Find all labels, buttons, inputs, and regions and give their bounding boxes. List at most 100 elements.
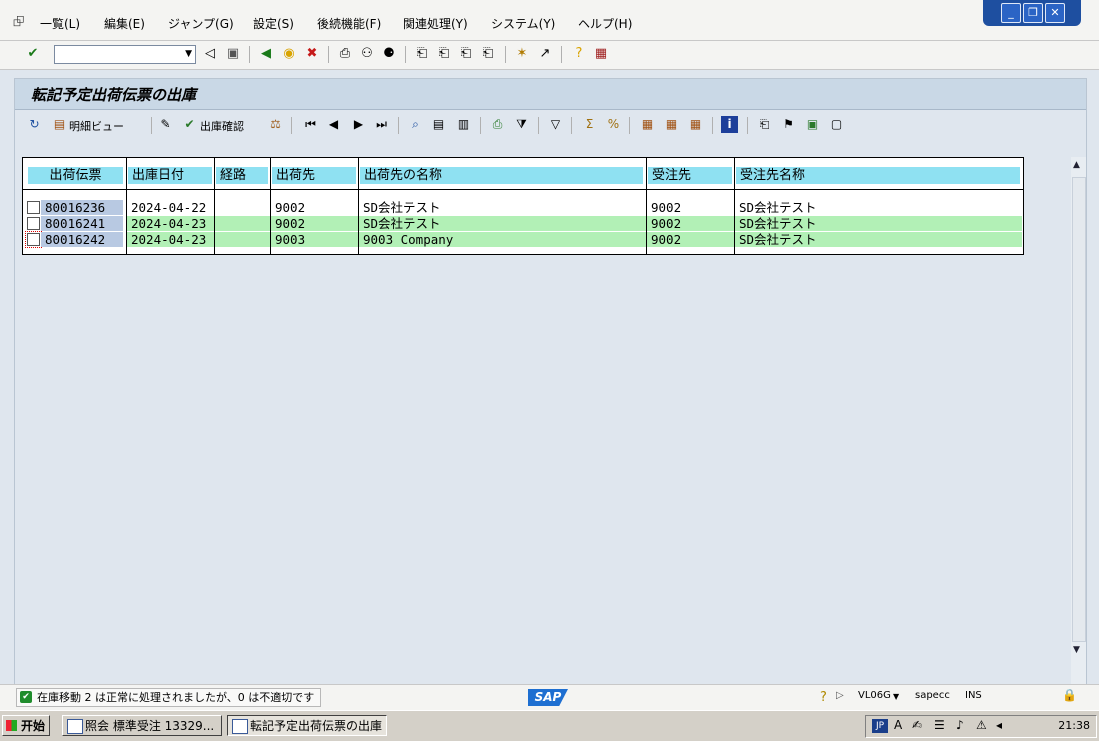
column-header-delivery[interactable]: 出荷伝票 bbox=[28, 167, 123, 184]
filter-icon[interactable]: ▽ bbox=[547, 116, 564, 133]
export-icon[interactable]: ⎗ bbox=[756, 116, 773, 133]
exit-icon[interactable]: ◉ bbox=[280, 45, 298, 63]
filter-set-icon[interactable]: ⧩ bbox=[513, 116, 530, 133]
first-row-icon[interactable]: ⏮ bbox=[302, 116, 319, 133]
language-indicator[interactable]: JP bbox=[872, 719, 888, 733]
table-row[interactable]: 80016241 2024-04-23 9002 SD会社テスト 9002 SD… bbox=[23, 216, 1023, 232]
detail-view-icon[interactable]: ▤ bbox=[51, 116, 68, 133]
close-button[interactable]: ✕ bbox=[1045, 3, 1065, 23]
spreadsheet-icon[interactable]: ▣ bbox=[804, 116, 821, 133]
goods-issue-button[interactable]: 出庫確認 bbox=[200, 118, 244, 134]
vertical-scrollbar[interactable]: ▲ ▼ bbox=[1071, 157, 1086, 684]
sold-to: 9002 bbox=[647, 216, 734, 231]
previous-page-icon[interactable]: ⎗ bbox=[435, 45, 453, 63]
command-field[interactable]: ▼ bbox=[54, 45, 196, 64]
scroll-down-icon[interactable]: ▼ bbox=[1073, 645, 1080, 655]
minimize-button[interactable]: _ bbox=[1001, 3, 1021, 23]
ime-mode-icon[interactable]: ✍ bbox=[912, 718, 922, 732]
triangle-left-icon[interactable]: ◁ bbox=[201, 45, 219, 63]
details-icon[interactable]: ⌕ bbox=[407, 116, 424, 133]
menu-edit[interactable]: 編集(E) bbox=[104, 15, 145, 32]
taskbar-item-goods-issue[interactable]: 転記予定出荷伝票の出庫 bbox=[227, 715, 387, 736]
row-select-checkbox[interactable] bbox=[25, 231, 42, 248]
start-button[interactable]: 开始 bbox=[2, 715, 50, 736]
save-layout-icon[interactable]: ▦ bbox=[687, 116, 704, 133]
first-page-icon[interactable]: ⎗ bbox=[413, 45, 431, 63]
column-header-sold-to[interactable]: 受注先 bbox=[648, 167, 732, 184]
scale-icon[interactable]: ⚖ bbox=[267, 116, 284, 133]
next-row-icon[interactable]: ▶ bbox=[350, 116, 367, 133]
menu-followon[interactable]: 後続機能(F) bbox=[317, 15, 381, 32]
tray-arrow-icon[interactable]: ◂ bbox=[996, 718, 1002, 732]
find-next-icon[interactable]: ⚈ bbox=[380, 45, 398, 63]
toolbar-separator bbox=[571, 117, 572, 134]
choose-layout-icon[interactable]: ▦ bbox=[663, 116, 680, 133]
sort-descending-icon[interactable]: ▥ bbox=[455, 116, 472, 133]
create-session-icon[interactable]: ✶ bbox=[513, 45, 531, 63]
shortcut-icon[interactable]: ↗ bbox=[536, 45, 554, 63]
delivery-number[interactable]: 80016241 bbox=[41, 216, 123, 231]
menu-related[interactable]: 関連処理(Y) bbox=[403, 15, 468, 32]
toolbar-separator bbox=[505, 46, 506, 63]
menu-window-icon[interactable]: ⮺ bbox=[13, 11, 24, 35]
success-icon: ✔ bbox=[20, 691, 32, 703]
menu-system[interactable]: システム(Y) bbox=[491, 15, 555, 32]
chevron-down-icon[interactable]: ▼ bbox=[893, 692, 899, 701]
scroll-track[interactable] bbox=[1072, 177, 1086, 642]
lock-icon[interactable]: 🔒 bbox=[1062, 688, 1077, 702]
subtotal-icon[interactable]: % bbox=[605, 116, 622, 133]
row-select-checkbox[interactable] bbox=[27, 217, 40, 230]
delivery-number[interactable]: 80016236 bbox=[41, 200, 123, 215]
last-row-icon[interactable]: ⏭ bbox=[373, 116, 390, 133]
menu-jump[interactable]: ジャンプ(G) bbox=[168, 15, 234, 32]
issue-date: 2024-04-23 bbox=[127, 216, 214, 231]
help-icon[interactable]: ? bbox=[820, 690, 827, 705]
table-row[interactable]: 80016242 2024-04-23 9003 9003 Company 90… bbox=[23, 231, 1023, 248]
scroll-up-icon[interactable]: ▲ bbox=[1073, 160, 1080, 170]
delivery-number[interactable]: 80016242 bbox=[41, 232, 123, 247]
column-header-route[interactable]: 経路 bbox=[216, 167, 268, 184]
menu-settings[interactable]: 設定(S) bbox=[253, 15, 294, 32]
detail-view-button[interactable]: 明細ビュー bbox=[69, 118, 124, 134]
volume-icon[interactable]: ♪ bbox=[956, 718, 964, 732]
status-message[interactable]: ✔ 在庫移動 2 は正常に処理されましたが、0 は不適切です bbox=[16, 688, 322, 707]
ime-icon[interactable]: A bbox=[894, 718, 902, 732]
word-processing-icon[interactable]: ▢ bbox=[828, 116, 845, 133]
sort-ascending-icon[interactable]: ▤ bbox=[430, 116, 447, 133]
goods-issue-icon[interactable]: ✔ bbox=[181, 116, 198, 133]
print-icon[interactable]: ⎙ bbox=[336, 45, 354, 63]
next-page-icon[interactable]: ⎗ bbox=[457, 45, 475, 63]
help-icon[interactable]: ? bbox=[570, 45, 588, 63]
restore-button[interactable]: ❐ bbox=[1023, 3, 1043, 23]
graphic-icon[interactable]: ⚑ bbox=[780, 116, 797, 133]
info-icon[interactable]: i bbox=[721, 116, 738, 133]
security-icon[interactable]: ⚠ bbox=[976, 718, 987, 732]
last-page-icon[interactable]: ⎗ bbox=[479, 45, 497, 63]
column-header-ship-to-name[interactable]: 出荷先の名称 bbox=[360, 167, 643, 184]
cancel-icon[interactable]: ✖ bbox=[303, 45, 321, 63]
print-preview-icon[interactable]: ⎙ bbox=[489, 116, 506, 133]
triangle-right-icon[interactable]: ▷ bbox=[836, 690, 844, 701]
column-header-sold-to-name[interactable]: 受注先名称 bbox=[736, 167, 1020, 184]
pencil-icon[interactable]: ✎ bbox=[157, 116, 174, 133]
chevron-down-icon[interactable]: ▼ bbox=[185, 49, 192, 59]
back-icon[interactable]: ◀ bbox=[257, 45, 275, 63]
refresh-icon[interactable]: ↻ bbox=[26, 116, 43, 133]
sum-icon[interactable]: Σ bbox=[581, 116, 598, 133]
save-icon[interactable]: ▣ bbox=[224, 45, 242, 63]
find-icon[interactable]: ⚇ bbox=[358, 45, 376, 63]
network-icon[interactable]: ☰ bbox=[934, 718, 945, 732]
input-mode[interactable]: INS bbox=[965, 690, 982, 701]
taskbar-item-sales-order[interactable]: 照会 標準受注 13329... bbox=[62, 715, 222, 736]
column-header-ship-to[interactable]: 出荷先 bbox=[272, 167, 356, 184]
previous-row-icon[interactable]: ◀ bbox=[325, 116, 342, 133]
layout-menu-icon[interactable]: ▦ bbox=[592, 45, 610, 63]
column-header-issue-date[interactable]: 出庫日付 bbox=[128, 167, 212, 184]
row-select-checkbox[interactable] bbox=[27, 201, 40, 214]
enter-icon[interactable]: ✔ bbox=[24, 45, 42, 63]
layout-icon[interactable]: ▦ bbox=[639, 116, 656, 133]
menu-help[interactable]: ヘルプ(H) bbox=[578, 15, 632, 32]
menu-list[interactable]: 一覧(L) bbox=[40, 15, 80, 32]
sold-to-name: SD会社テスト bbox=[735, 232, 1022, 247]
table-row[interactable]: 80016236 2024-04-22 9002 SD会社テスト 9002 SD… bbox=[23, 200, 1023, 216]
